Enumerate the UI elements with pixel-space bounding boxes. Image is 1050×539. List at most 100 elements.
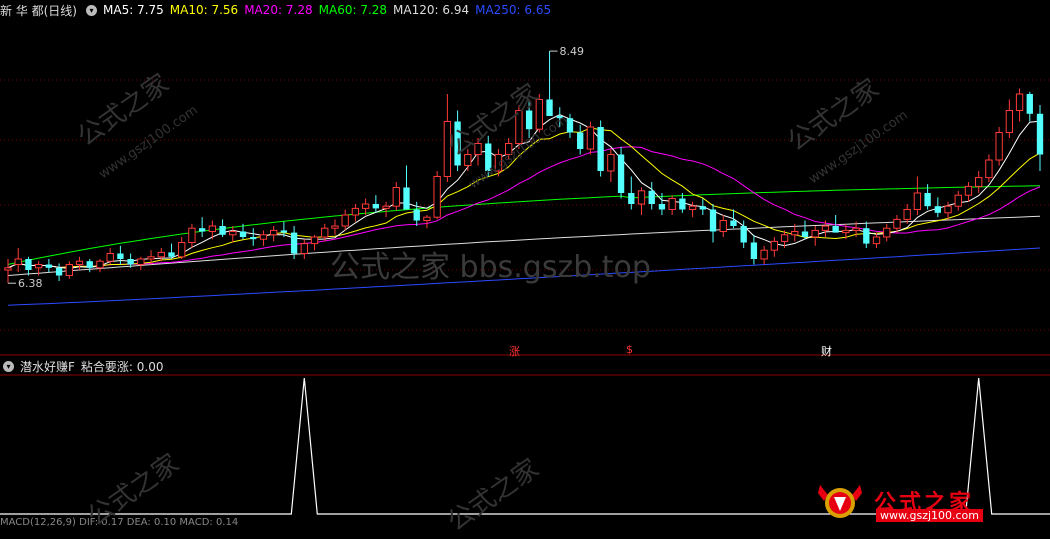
candle-body <box>55 267 63 276</box>
candle-body <box>474 143 482 155</box>
candle <box>566 113 574 138</box>
collapse-icon[interactable]: ▾ <box>3 360 14 372</box>
candle-body <box>117 253 124 259</box>
site-logo: 公式之家 www.gszj100.com <box>814 480 1044 522</box>
candle-body <box>832 226 839 233</box>
candle-body <box>290 232 298 254</box>
candle <box>883 223 891 242</box>
candle-body <box>25 259 32 270</box>
candle-body <box>607 154 615 172</box>
candle-body <box>4 267 12 271</box>
candle-body <box>494 154 503 172</box>
candle <box>985 154 993 182</box>
candle-body <box>382 205 390 209</box>
collapse-icon[interactable]: ▾ <box>86 4 97 16</box>
candle-body <box>86 261 93 268</box>
candle <box>597 120 604 177</box>
candle-body <box>750 242 758 259</box>
candle-body <box>658 204 666 210</box>
candle <box>433 171 441 220</box>
candle-body <box>351 207 360 216</box>
candle <box>259 230 268 246</box>
candle <box>55 263 63 281</box>
candle-body <box>454 121 461 166</box>
candle-body <box>219 226 226 235</box>
candle-body <box>628 193 635 204</box>
candle-body <box>648 190 655 204</box>
candle-body <box>106 253 114 262</box>
candle <box>372 195 380 213</box>
candle-body <box>259 234 268 240</box>
candle-body <box>811 229 819 238</box>
candle-body <box>443 121 452 177</box>
candle-body <box>331 225 339 229</box>
candle-body <box>586 126 595 150</box>
candle <box>872 232 881 248</box>
candle <box>250 228 257 246</box>
candle-body <box>269 229 278 236</box>
candle <box>269 226 278 242</box>
ma120-label: MA120: 6.94 <box>393 3 470 17</box>
main-chart-header: 新 华 都(日线) ▾ MA5: 7.75 MA10: 7.56 MA20: 7… <box>0 0 557 20</box>
candle-body <box>863 228 870 244</box>
candle-body <box>934 206 941 213</box>
candle <box>178 237 186 259</box>
candle-body <box>760 249 768 260</box>
indicator-value: 粘合要涨: 0.00 <box>80 359 164 374</box>
candle-body <box>954 194 962 207</box>
candle <box>310 234 319 251</box>
candle <box>699 198 706 215</box>
logo-emblem-icon <box>818 485 862 518</box>
candle-body <box>719 220 727 232</box>
candle <box>331 219 339 235</box>
candle-body <box>801 231 809 237</box>
candlestick-chart[interactable]: 8.49 6.38 <box>0 20 1050 356</box>
candle-body <box>556 116 563 119</box>
candle <box>464 149 472 171</box>
candle-body <box>485 143 492 171</box>
stock-title: 新 华 都(日线) <box>0 3 77 18</box>
candle-body <box>577 132 584 149</box>
ma10-line <box>7 127 1041 269</box>
candle-body <box>75 260 84 265</box>
candle <box>1036 105 1044 171</box>
candle-body <box>791 231 799 236</box>
candle-body <box>229 231 237 236</box>
candle <box>628 176 635 210</box>
candle-body <box>821 225 830 231</box>
macd-label: MACD(12,26,9) DIF: 0.17 DEA: 0.10 MACD: … <box>0 516 239 528</box>
candle <box>198 217 206 237</box>
candle <box>341 209 349 231</box>
candle-body <box>566 118 574 133</box>
candle-body <box>1015 93 1024 111</box>
high-price-label: 8.49 <box>560 45 585 58</box>
candle <box>903 204 911 224</box>
candle <box>392 182 400 211</box>
candle-body <box>280 230 288 233</box>
candle-body <box>709 209 717 232</box>
candle <box>454 110 461 171</box>
candle <box>4 259 12 284</box>
candle-body <box>668 198 676 210</box>
candle <box>760 245 768 265</box>
candle <box>934 197 941 218</box>
candle <box>709 204 717 243</box>
candle-body <box>34 264 43 269</box>
candle <box>219 219 226 237</box>
ma10-label: MA10: 7.56 <box>169 3 239 17</box>
candle <box>586 121 595 155</box>
candle-body <box>637 190 646 205</box>
candle <box>964 182 973 202</box>
candle-body <box>14 258 22 265</box>
candle-body <box>157 251 165 258</box>
candle-body <box>1036 113 1044 155</box>
candle <box>801 220 809 240</box>
candle <box>474 138 482 166</box>
candle <box>750 234 758 265</box>
candle-body <box>985 159 993 179</box>
candle <box>137 256 145 270</box>
low-price-label: 6.38 <box>18 277 43 290</box>
candle-body <box>597 127 604 171</box>
candle-body <box>137 258 145 265</box>
ma120-line <box>7 215 1041 276</box>
